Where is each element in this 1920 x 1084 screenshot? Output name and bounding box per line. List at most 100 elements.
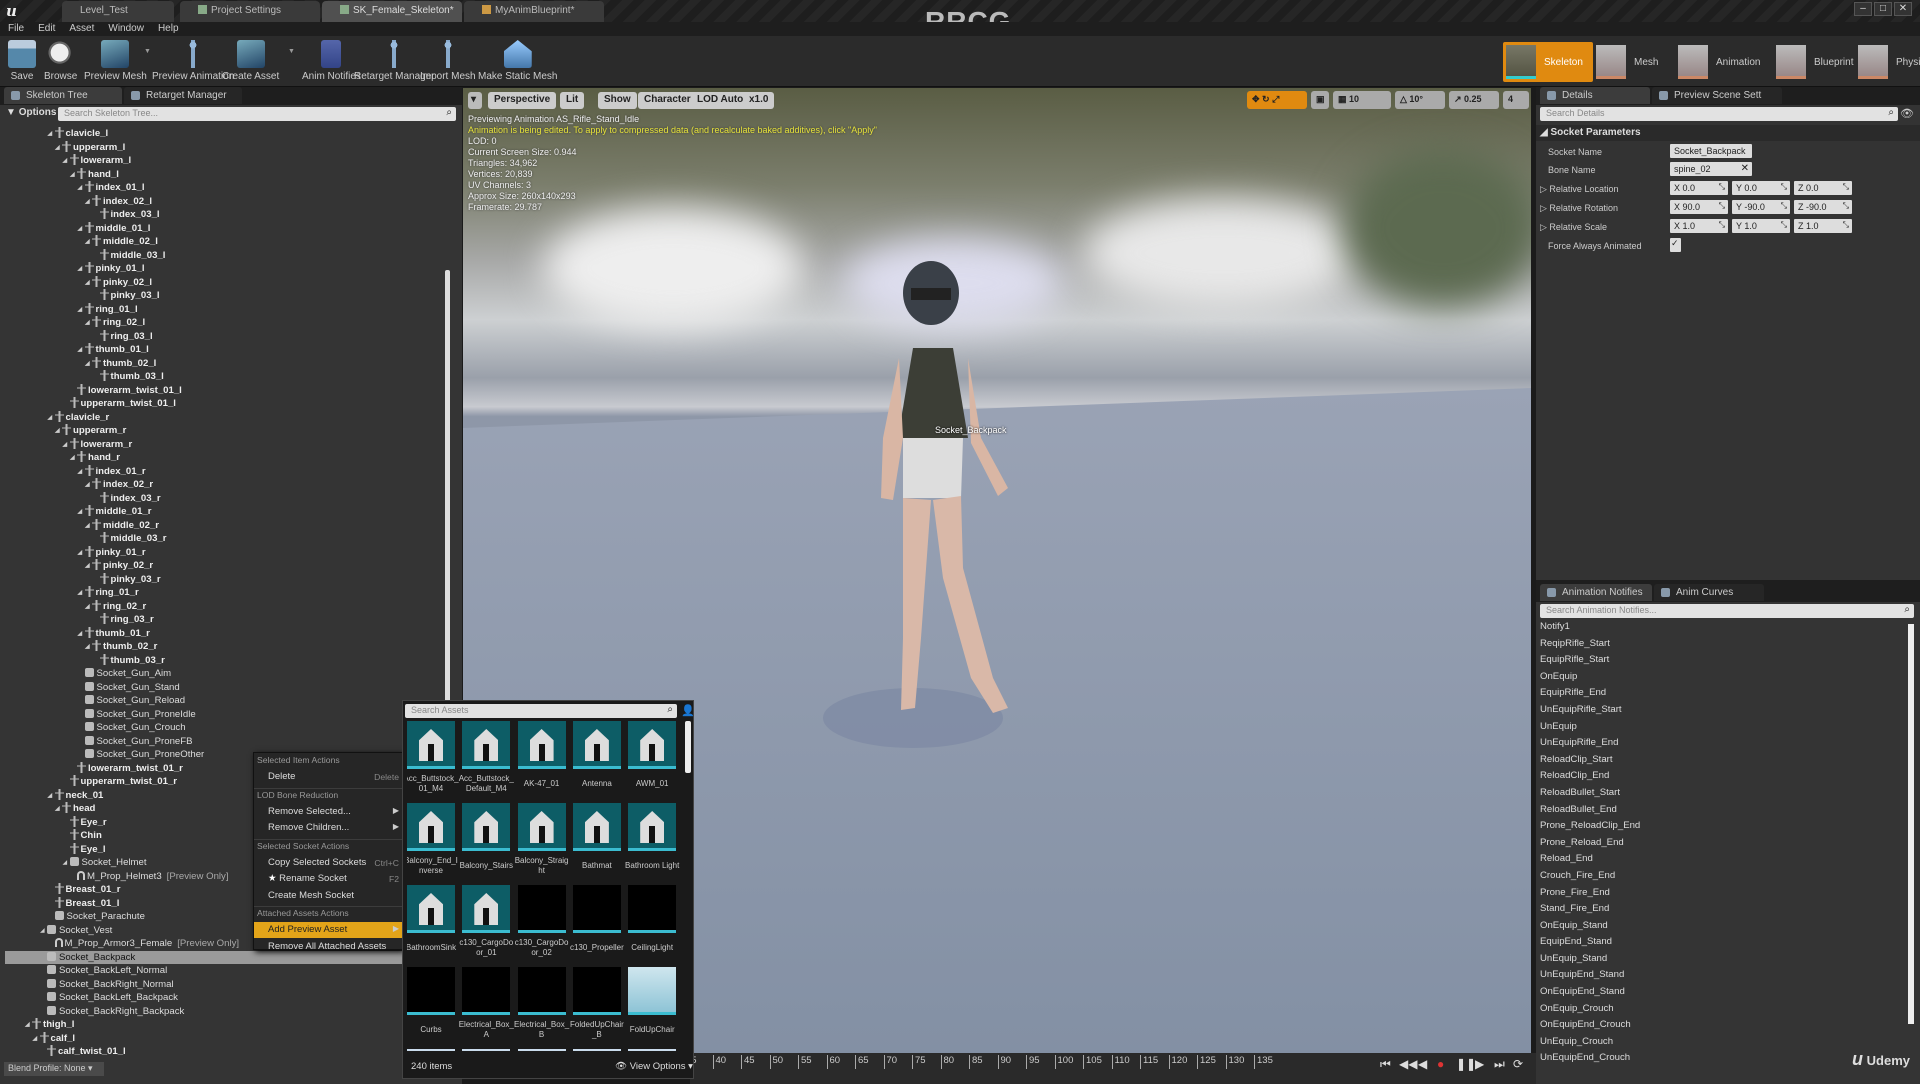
expand-arrow-icon[interactable]: ◢: [78, 628, 85, 642]
record-icon[interactable]: ●: [1437, 1057, 1444, 1071]
notify-item[interactable]: Crouch_Fire_End: [1540, 870, 1910, 887]
asset-tile[interactable]: [628, 1049, 678, 1051]
menu-item-remove-selected[interactable]: Remove Selected... ▶: [254, 804, 402, 820]
loop-icon[interactable]: ⟳: [1513, 1057, 1523, 1071]
lit-button[interactable]: Lit: [560, 92, 585, 109]
notify-item[interactable]: UnEquipEnd_Stand: [1540, 969, 1910, 986]
socket-row[interactable]: Socket_Gun_Reload: [5, 694, 445, 708]
step-forward-icon[interactable]: ▶: [1475, 1057, 1484, 1071]
pause-icon[interactable]: ❚❚: [1456, 1057, 1476, 1071]
expand-arrow-icon[interactable]: ◢: [40, 925, 47, 939]
details-search-input[interactable]: Search Details ⌕: [1540, 107, 1898, 121]
tab-details[interactable]: Details: [1540, 87, 1650, 104]
expand-arrow-icon[interactable]: ◢: [85, 601, 92, 615]
menu-item-remove-all-attached-assets[interactable]: Remove All Attached Assets: [254, 939, 402, 955]
bone-row[interactable]: index_03_l: [5, 208, 445, 222]
menu-item-remove-children[interactable]: Remove Children... ▶: [254, 820, 402, 836]
expand-arrow-icon[interactable]: ◢: [85, 560, 92, 574]
notify-item[interactable]: Prone_Fire_End: [1540, 887, 1910, 904]
expand-arrow-icon[interactable]: ◢: [78, 344, 85, 358]
transform-tools[interactable]: ✥ ↻ ⤢: [1247, 91, 1307, 109]
expand-arrow-icon[interactable]: ▷: [1540, 222, 1549, 232]
notify-item[interactable]: ReloadBullet_Start: [1540, 787, 1910, 804]
notify-item[interactable]: Notify1: [1540, 621, 1910, 638]
asset-tile[interactable]: c130_CargoDoor_01: [459, 885, 513, 959]
asset-tile[interactable]: c130_Propeller: [570, 885, 624, 959]
maximize-icon[interactable]: □: [1874, 2, 1892, 16]
bone-row[interactable]: ◢ hand_r: [5, 451, 445, 465]
expand-arrow-icon[interactable]: ◢: [78, 547, 85, 561]
notify-item[interactable]: ReqipRifle_Start: [1540, 638, 1910, 655]
expand-arrow-icon[interactable]: ◢: [63, 155, 70, 169]
mode-physics[interactable]: Physics: [1858, 42, 1920, 82]
menu-edit[interactable]: Edit: [38, 22, 55, 36]
bone-row[interactable]: ◢ pinky_02_r: [5, 559, 445, 573]
bone-row[interactable]: lowerarm_twist_01_l: [5, 383, 445, 398]
bone-row[interactable]: ◢ ring_02_l: [5, 316, 445, 330]
notify-item[interactable]: UnEquip_Stand: [1540, 953, 1910, 970]
bone-row[interactable]: pinky_03_r: [5, 572, 445, 587]
notify-item[interactable]: OnEquip_Stand: [1540, 920, 1910, 937]
expand-arrow-icon[interactable]: ◢: [85, 479, 92, 493]
expand-arrow-icon[interactable]: ◢: [70, 452, 77, 466]
y-field[interactable]: Y 0.0 ⤡: [1732, 181, 1790, 195]
expand-arrow-icon[interactable]: ◢: [85, 520, 92, 534]
expand-arrow-icon[interactable]: ◢: [78, 506, 85, 520]
user-filter-icon[interactable]: 👤: [681, 704, 695, 717]
bone-row[interactable]: ◢ pinky_01_l: [5, 262, 445, 276]
spin-icon[interactable]: ⤡: [1843, 201, 1849, 211]
import-mesh-button[interactable]: Import Mesh: [420, 40, 476, 82]
mode-mesh[interactable]: Mesh: [1596, 42, 1666, 82]
dropdown-arrow-icon[interactable]: ▼: [144, 48, 151, 55]
asset-search-input[interactable]: Search Assets ⌕: [405, 704, 677, 718]
bone-row[interactable]: ◢ index_01_l: [5, 181, 445, 195]
camera-speed[interactable]: 4: [1503, 91, 1529, 109]
show-button[interactable]: Show: [598, 92, 637, 109]
menu-asset[interactable]: Asset: [69, 22, 94, 36]
tab-anim-blueprint[interactable]: MyAnimBlueprint*: [464, 1, 604, 22]
timeline[interactable]: 3540455055606570758085909510010511011512…: [686, 1053, 1540, 1084]
bone-row[interactable]: ◢ pinky_02_l: [5, 275, 445, 291]
close-icon[interactable]: ✕: [1894, 2, 1912, 16]
socket-name-field[interactable]: Socket_Backpack: [1670, 144, 1752, 158]
socket-row[interactable]: Socket_Gun_Aim: [5, 667, 445, 681]
socket-row[interactable]: Socket_Gun_Stand: [5, 681, 445, 695]
asset-tile[interactable]: [462, 1049, 512, 1051]
expand-arrow-icon[interactable]: ◢: [78, 223, 85, 237]
socket-row[interactable]: Socket_Gun_Crouch: [5, 721, 445, 735]
spin-icon[interactable]: ⤡: [1781, 182, 1787, 192]
spin-icon[interactable]: ⤡: [1843, 220, 1849, 230]
notify-item[interactable]: EquipEnd_Stand: [1540, 936, 1910, 953]
notify-item[interactable]: UnEquip: [1540, 721, 1910, 738]
bone-row[interactable]: thumb_03_r: [5, 653, 445, 668]
expand-arrow-icon[interactable]: ◢: [63, 439, 70, 453]
expand-arrow-icon[interactable]: ◢: [85, 358, 92, 372]
z-field[interactable]: Z 0.0 ⤡: [1794, 181, 1852, 195]
view-options-icon[interactable]: 👁: [1900, 107, 1914, 120]
play-reverse-icon[interactable]: ◀: [1418, 1057, 1427, 1071]
bone-row[interactable]: ◢ thumb_02_r: [5, 640, 445, 654]
bone-row[interactable]: ◢ ring_02_r: [5, 599, 445, 615]
blend-profile-dropdown[interactable]: Blend Profile: None ▾: [4, 1062, 104, 1076]
asset-tile[interactable]: BathroomSink: [407, 885, 457, 959]
view-options-button[interactable]: 👁 View Options ▾: [615, 1061, 693, 1072]
menu-window[interactable]: Window: [108, 22, 144, 36]
preview-mesh-button[interactable]: Preview Mesh: [84, 40, 147, 82]
playback-speed-button[interactable]: x1.0: [743, 92, 775, 109]
scale-snap[interactable]: ↗ 0.25: [1449, 91, 1499, 109]
bone-row[interactable]: middle_03_l: [5, 248, 445, 263]
save-button[interactable]: Save: [8, 40, 36, 82]
z-field[interactable]: Z 1.0 ⤡: [1794, 219, 1852, 233]
expand-arrow-icon[interactable]: ◢: [85, 277, 92, 291]
asset-tile[interactable]: c130_CargoDoor_02: [515, 885, 569, 959]
asset-tile[interactable]: Acc_Buttstock_Default_M4: [459, 721, 514, 795]
tab-skeleton-tree[interactable]: Skeleton Tree: [4, 87, 122, 104]
menu-help[interactable]: Help: [158, 22, 179, 36]
asset-tile[interactable]: [572, 1049, 623, 1051]
bone-name-field[interactable]: spine_02 ✕: [1670, 162, 1752, 176]
force-animated-checkbox[interactable]: ✓: [1670, 238, 1681, 252]
expand-arrow-icon[interactable]: ◢: [48, 790, 55, 804]
bone-row[interactable]: ◢ index_02_r: [5, 478, 445, 492]
asset-scrollbar[interactable]: [685, 721, 691, 773]
y-field[interactable]: Y -90.0 ⤡: [1732, 200, 1790, 214]
